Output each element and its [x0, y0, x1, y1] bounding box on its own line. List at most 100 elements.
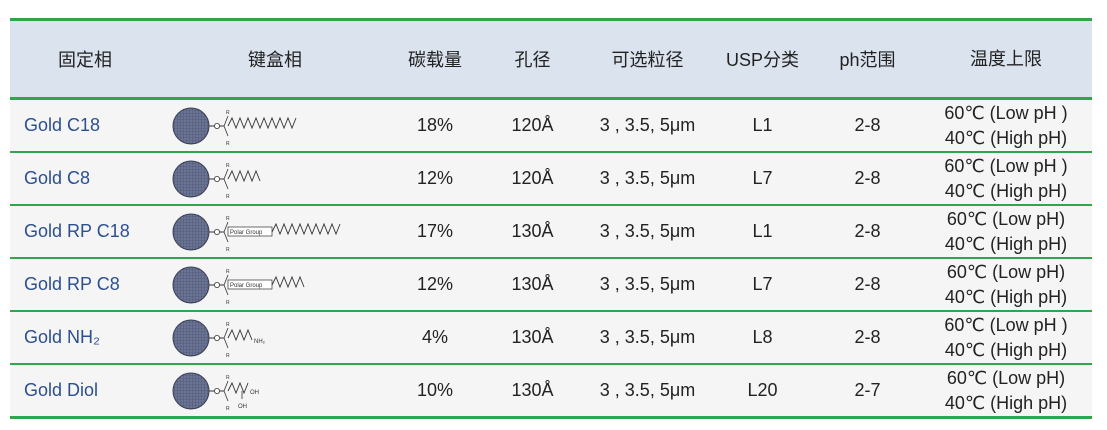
- particle-size: 3 , 3.5, 5μm: [599, 380, 696, 400]
- temp-low-ph: 60℃ (Low pH): [946, 261, 1066, 282]
- particle-size: 3 , 3.5, 5μm: [599, 221, 696, 241]
- usp-class: L1: [752, 115, 773, 135]
- r-group-label: R: [226, 353, 230, 359]
- table-body: Gold C18 R R 18% 120Å 3 , 3.5, 5μm L1 2-8 60℃ (L…: [10, 100, 1092, 416]
- temp-high-ph: 40℃ (High pH): [944, 392, 1068, 413]
- phase-name: Gold C8: [24, 168, 91, 188]
- temp-limit: 60℃ (Low pH) 40℃ (High pH): [920, 259, 1092, 310]
- r-group-label: R: [226, 269, 230, 275]
- temp-low-ph: 60℃ (Low pH ): [944, 102, 1068, 123]
- temp-limit: 60℃ (Low pH) 40℃ (High pH): [920, 206, 1092, 257]
- ph-range: 2-8: [854, 327, 881, 347]
- usp-class: L8: [752, 327, 773, 347]
- silica-bead-icon: [172, 319, 210, 356]
- r-group-label: R: [226, 110, 230, 116]
- r-group-label: R: [226, 247, 230, 253]
- polar-group-label: Polar Group: [230, 283, 263, 289]
- silica-bead-icon: [172, 266, 210, 303]
- silica-bead-nh2-icon: R R NH₂: [172, 319, 266, 359]
- r-group-label: R: [226, 406, 230, 412]
- silica-bead-icon: [172, 372, 210, 409]
- header-particle-size: 可选粒径: [611, 50, 684, 70]
- table-row: Gold NH₂ R R NH₂ 4% 130Å 3 , 3.5, 5μm L8 2-8 60℃ …: [10, 312, 1092, 365]
- r-group-label: R: [226, 141, 230, 147]
- carbon-load: 18%: [416, 115, 454, 135]
- header-bonded-phase: 键盒相: [248, 50, 302, 70]
- carbon-load: 12%: [416, 168, 454, 188]
- phase-table-wrapper: 固定相 键盒相 碳载量 孔径 可选粒径 USP分类 ph范围 温度上限 Gold…: [10, 18, 1092, 419]
- ph-range: 2-8: [854, 168, 881, 188]
- r-group-label: R: [226, 300, 230, 306]
- silica-bead-c8-chain-icon: RR: [172, 160, 261, 200]
- usp-class: L20: [747, 380, 778, 400]
- pore-size: 130Å: [511, 221, 554, 241]
- usp-class: L7: [752, 274, 773, 294]
- bonded-structure: R R OH OH: [160, 365, 390, 416]
- nh2-label: NH₂: [254, 339, 266, 345]
- pore-size: 130Å: [511, 274, 554, 294]
- particle-size: 3 , 3.5, 5μm: [599, 327, 696, 347]
- temp-limit: 60℃ (Low pH) 40℃ (High pH): [920, 365, 1092, 416]
- particle-size: 3 , 3.5, 5μm: [599, 168, 696, 188]
- oh-label: OH: [238, 404, 247, 410]
- carbon-load: 17%: [416, 221, 454, 241]
- header-usp-class: USP分类: [725, 50, 799, 70]
- bonded-structure: RR: [160, 153, 390, 204]
- phase-name: Gold Diol: [24, 380, 99, 400]
- silica-bead-polar-c18-icon: R R Polar Group: [172, 213, 341, 253]
- pore-size: 120Å: [511, 168, 554, 188]
- temp-low-ph: 60℃ (Low pH): [946, 208, 1066, 229]
- bonded-structure: R R Polar Group: [160, 206, 390, 257]
- r-group-label: R: [226, 163, 230, 169]
- stationary-phase-table: 固定相 键盒相 碳载量 孔径 可选粒径 USP分类 ph范围 温度上限 Gold…: [10, 18, 1092, 419]
- ph-range: 2-7: [854, 380, 881, 400]
- bonded-structure: R R Polar Group: [160, 259, 390, 310]
- usp-class: L7: [752, 168, 773, 188]
- header-temp-limit: 温度上限: [970, 48, 1042, 69]
- table-row: Gold RP C8 R R Polar Group 12% 130Å 3 , 3.5, 5…: [10, 259, 1092, 312]
- pore-size: 120Å: [511, 115, 554, 135]
- silica-bead-icon: [172, 160, 210, 197]
- table-row: Gold C8 R R 12% 120Å 3 , 3.5, 5μm L7 2-8 60℃ (Lo…: [10, 153, 1092, 206]
- r-group-label: R: [226, 194, 230, 200]
- temp-limit: 60℃ (Low pH ) 40℃ (High pH): [920, 312, 1092, 363]
- oh-label: OH: [250, 390, 259, 396]
- ph-range: 2-8: [854, 221, 881, 241]
- silica-bead-icon: [172, 213, 210, 250]
- temp-high-ph: 40℃ (High pH): [944, 127, 1068, 148]
- silica-bead-c18-chain-icon: RR: [172, 107, 297, 147]
- phase-name: Gold NH₂: [24, 327, 101, 347]
- carbon-load: 10%: [416, 380, 454, 400]
- carbon-load: 12%: [416, 274, 454, 294]
- temp-high-ph: 40℃ (High pH): [944, 233, 1068, 254]
- temp-low-ph: 60℃ (Low pH): [946, 367, 1066, 388]
- table-row: Gold RP C18 R R Polar Group 17% 130Å 3 , 3.5, …: [10, 206, 1092, 259]
- usp-class: L1: [752, 221, 773, 241]
- temp-high-ph: 40℃ (High pH): [944, 180, 1068, 201]
- temp-high-ph: 40℃ (High pH): [944, 339, 1068, 360]
- r-group-label: R: [226, 216, 230, 222]
- r-group-label: R: [226, 375, 230, 381]
- temp-low-ph: 60℃ (Low pH ): [944, 314, 1068, 335]
- temp-limit: 60℃ (Low pH ) 40℃ (High pH): [920, 153, 1092, 204]
- bonded-structure: R R NH₂: [160, 312, 390, 363]
- bonded-structure: RR: [160, 100, 390, 151]
- table-header: 固定相 键盒相 碳载量 孔径 可选粒径 USP分类 ph范围 温度上限: [10, 21, 1092, 100]
- temp-limit: 60℃ (Low pH ) 40℃ (High pH): [920, 100, 1092, 151]
- polar-group-label: Polar Group: [230, 230, 263, 236]
- ph-range: 2-8: [854, 274, 881, 294]
- header-stationary-phase: 固定相: [58, 50, 112, 70]
- table-row: Gold Diol R R OH OH 10% 130Å 3 , 3.5, 5μm L20 2-7…: [10, 365, 1092, 416]
- phase-name: Gold RP C18: [24, 221, 130, 241]
- header-pore-size: 孔径: [514, 50, 551, 70]
- particle-size: 3 , 3.5, 5μm: [599, 274, 696, 294]
- silica-bead-icon: [172, 107, 210, 144]
- silica-bead-polar-c8-icon: R R Polar Group: [172, 266, 305, 306]
- silica-bead-diol-icon: R R OH OH: [172, 372, 259, 412]
- phase-name: Gold C18: [24, 115, 101, 135]
- temp-low-ph: 60℃ (Low pH ): [944, 155, 1068, 176]
- pore-size: 130Å: [511, 327, 554, 347]
- header-carbon-load: 碳载量: [408, 50, 462, 70]
- phase-name: Gold RP C8: [24, 274, 120, 294]
- header-ph-range: ph范围: [839, 50, 896, 70]
